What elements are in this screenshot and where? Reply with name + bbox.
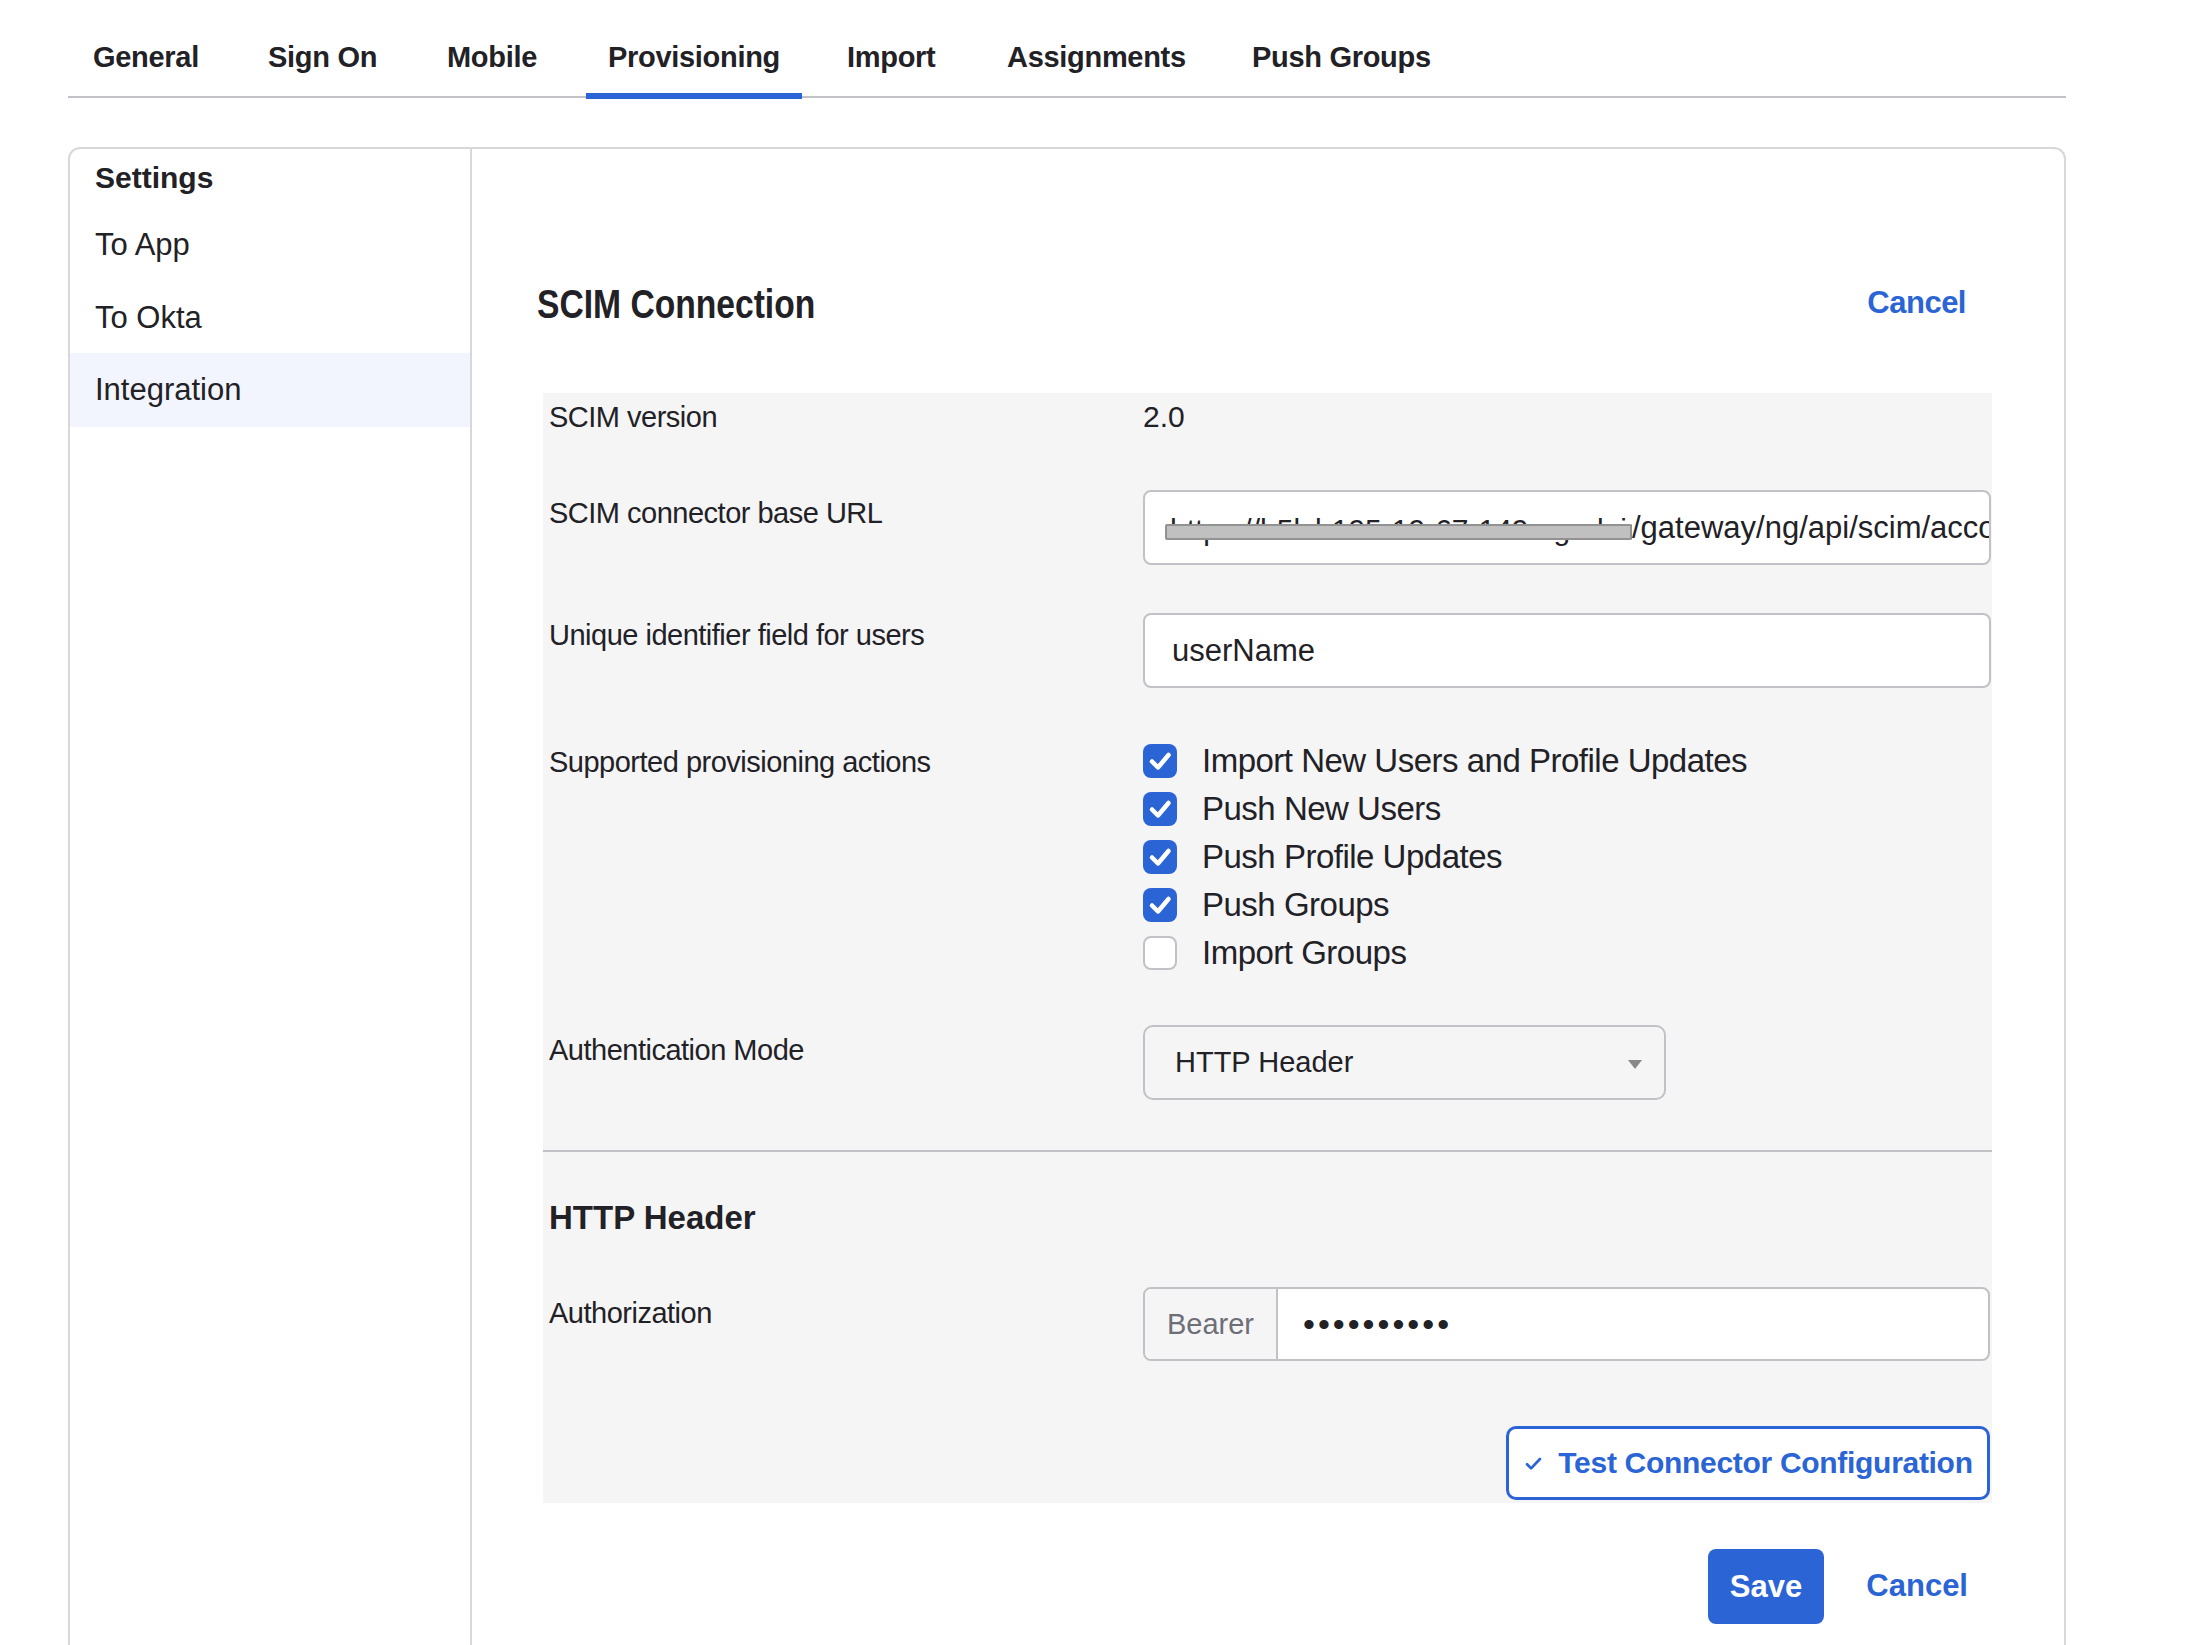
bearer-prefix: Bearer <box>1145 1289 1278 1359</box>
checkmark-icon <box>1143 744 1177 778</box>
checkbox-label: Push New Users <box>1202 790 1441 828</box>
tab-mobile[interactable]: Mobile <box>425 0 559 99</box>
redaction-bar <box>1165 524 1632 540</box>
provisioning-panel: Settings To App To Okta Integration SCIM… <box>68 147 2066 1645</box>
save-button[interactable]: Save <box>1708 1549 1824 1624</box>
sidebar-title: Settings <box>95 160 213 196</box>
auth-mode-label: Authentication Mode <box>549 1032 804 1068</box>
test-connector-button[interactable]: Test Connector Configuration <box>1506 1426 1990 1500</box>
checkbox-import-new-users[interactable] <box>1143 744 1177 778</box>
tab-import[interactable]: Import <box>825 0 957 99</box>
page-title: SCIM Connection <box>537 280 815 328</box>
scim-connection-form: SCIM version 2.0 SCIM connector base URL… <box>543 393 1992 1503</box>
scim-version-label: SCIM version <box>549 399 717 435</box>
section-divider <box>543 1150 1992 1152</box>
cancel-link-bottom[interactable]: Cancel <box>1866 1568 1968 1604</box>
check-icon <box>1523 1453 1544 1474</box>
checkbox-import-groups[interactable] <box>1143 936 1177 970</box>
authorization-input[interactable]: Bearer •••••••••• <box>1143 1287 1990 1361</box>
checkbox-push-groups[interactable] <box>1143 888 1177 922</box>
base-url-label: SCIM connector base URL <box>549 495 882 531</box>
checkmark-icon <box>1143 840 1177 874</box>
tab-assignments[interactable]: Assignments <box>985 0 1208 99</box>
test-connector-label: Test Connector Configuration <box>1558 1446 1972 1480</box>
cancel-link-top[interactable]: Cancel <box>1867 285 1966 321</box>
dropdown-caret-icon <box>1628 1060 1642 1069</box>
base-url-visible-text: /gateway/ng/api/scim/accou <box>1632 492 1989 563</box>
tab-provisioning[interactable]: Provisioning <box>586 0 802 99</box>
authorization-label: Authorization <box>549 1295 712 1331</box>
checkbox-push-profile-updates[interactable] <box>1143 840 1177 874</box>
tab-push-groups[interactable]: Push Groups <box>1230 0 1453 99</box>
checkbox-label: Push Groups <box>1202 886 1389 924</box>
scim-version-value: 2.0 <box>1143 399 1185 435</box>
tab-sign-on[interactable]: Sign On <box>246 0 399 99</box>
tab-general[interactable]: General <box>71 0 221 99</box>
auth-mode-value: HTTP Header <box>1175 1046 1353 1079</box>
checkbox-label: Import Groups <box>1202 934 1406 972</box>
checkmark-icon <box>1143 888 1177 922</box>
checkbox-push-new-users[interactable] <box>1143 792 1177 826</box>
provisioning-actions-label: Supported provisioning actions <box>549 744 931 780</box>
auth-mode-select[interactable]: HTTP Header <box>1143 1025 1666 1100</box>
checkmark-icon <box>1143 792 1177 826</box>
unique-id-label: Unique identifier field for users <box>549 617 924 653</box>
checkbox-label: Import New Users and Profile Updates <box>1202 742 1747 780</box>
unique-id-input[interactable]: userName <box>1143 613 1991 688</box>
sidebar-item-integration[interactable]: Integration <box>70 353 470 427</box>
settings-sidebar: Settings To App To Okta Integration <box>70 149 472 1645</box>
unique-id-value: userName <box>1145 615 1989 686</box>
sidebar-item-to-okta[interactable]: To Okta <box>70 281 470 355</box>
base-url-input[interactable]: https://h5lxl-195-19-67-149.ngrok.io /ga… <box>1143 490 1991 565</box>
sidebar-item-to-app[interactable]: To App <box>70 208 470 282</box>
checkbox-label: Push Profile Updates <box>1202 838 1502 876</box>
authorization-secret-dots: •••••••••• <box>1278 1289 1452 1359</box>
http-header-heading: HTTP Header <box>549 1200 756 1236</box>
app-tabs-nav: General Sign On Mobile Provisioning Impo… <box>68 0 2066 98</box>
